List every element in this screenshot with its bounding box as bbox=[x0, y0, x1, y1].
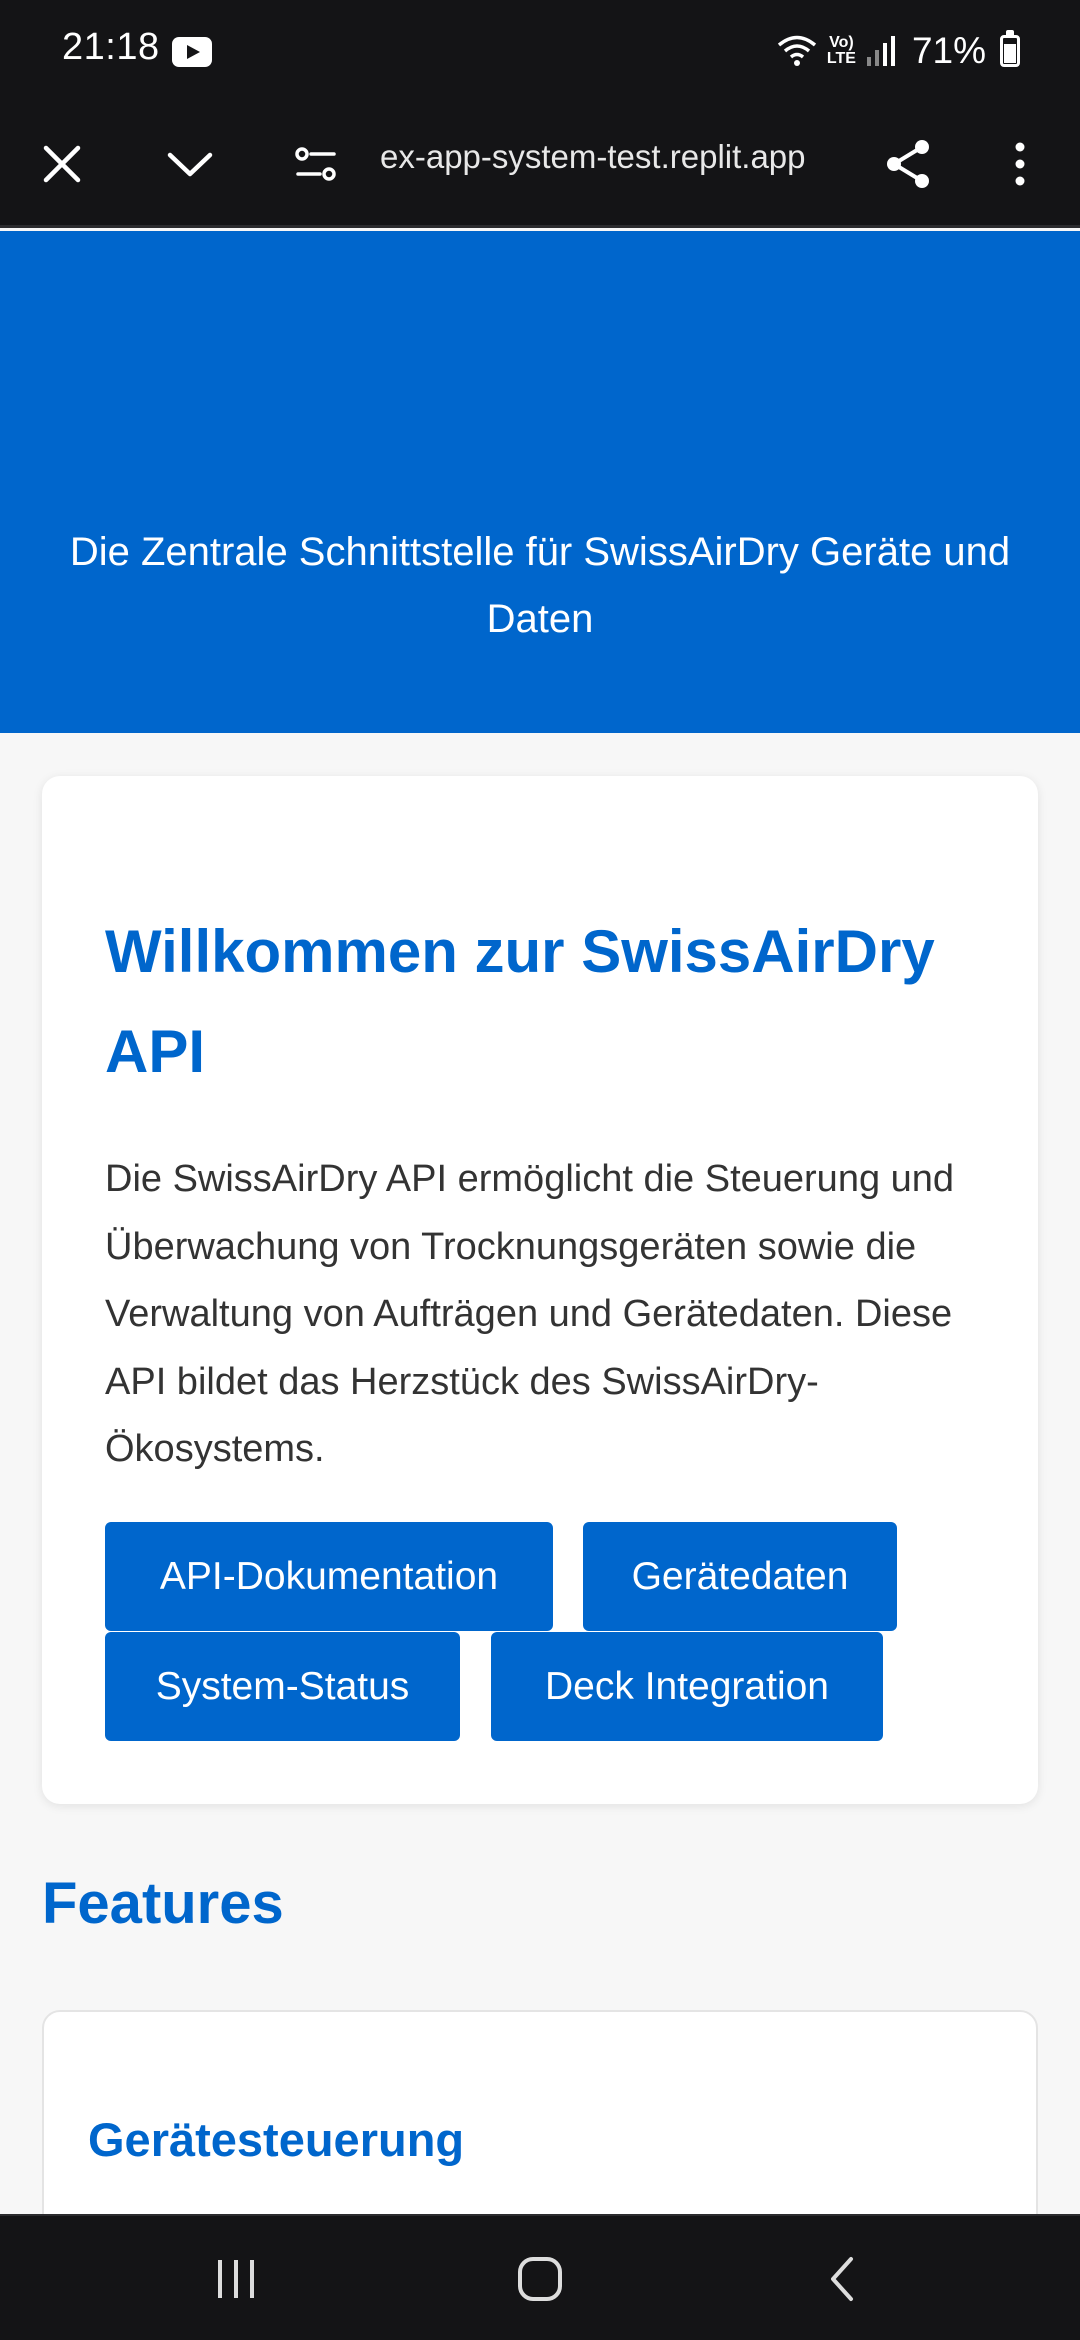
battery-percent: 71% bbox=[911, 30, 986, 71]
status-bar: 21:18 Vo) LTE 71% bbox=[0, 0, 1080, 100]
hero-banner: Die Zentrale Schnittstelle für SwissAirD… bbox=[0, 231, 1080, 733]
recents-icon[interactable] bbox=[196, 2246, 276, 2312]
youtube-icon bbox=[172, 37, 212, 67]
volte-line-2: LTE bbox=[826, 50, 856, 67]
chevron-down-icon[interactable] bbox=[154, 128, 226, 200]
status-time: 21:18 bbox=[62, 26, 160, 68]
navigation-bar bbox=[0, 2214, 1080, 2340]
volte-indicator: Vo) LTE bbox=[827, 35, 856, 67]
more-vert-icon[interactable] bbox=[984, 128, 1056, 200]
welcome-text: Die SwissAirDry API ermöglicht die Steue… bbox=[105, 1158, 955, 1470]
hero-tagline: Die Zentrale Schnittstelle für SwissAirD… bbox=[69, 530, 1011, 641]
signal-icon bbox=[866, 35, 896, 67]
wifi-icon bbox=[777, 34, 817, 68]
api-docs-button[interactable]: API-Dokumentation bbox=[105, 1522, 553, 1631]
url-bar[interactable]: ex-app-system-test.replit.app bbox=[380, 138, 850, 176]
feature-title: Gerätesteuerung bbox=[88, 2113, 465, 2166]
welcome-title: Willkommen zur SwissAirDry API bbox=[105, 918, 935, 1085]
status-icons: Vo) LTE 71% bbox=[777, 26, 1020, 76]
system-status-button[interactable]: System-Status bbox=[105, 1632, 460, 1741]
site-settings-icon[interactable] bbox=[280, 128, 352, 200]
deck-integration-button[interactable]: Deck Integration bbox=[491, 1632, 883, 1741]
share-icon[interactable] bbox=[872, 128, 944, 200]
close-icon[interactable] bbox=[26, 128, 98, 200]
battery-icon bbox=[1000, 30, 1020, 67]
browser-toolbar: ex-app-system-test.replit.app bbox=[0, 100, 1080, 228]
volte-line-1: Vo) bbox=[829, 34, 854, 51]
welcome-card: Willkommen zur SwissAirDry API Die Swiss… bbox=[42, 776, 1038, 1804]
device-data-button[interactable]: Gerätedaten bbox=[583, 1522, 897, 1631]
features-heading: Features bbox=[42, 1871, 284, 1936]
home-icon[interactable] bbox=[500, 2246, 580, 2312]
back-icon[interactable] bbox=[802, 2246, 882, 2312]
